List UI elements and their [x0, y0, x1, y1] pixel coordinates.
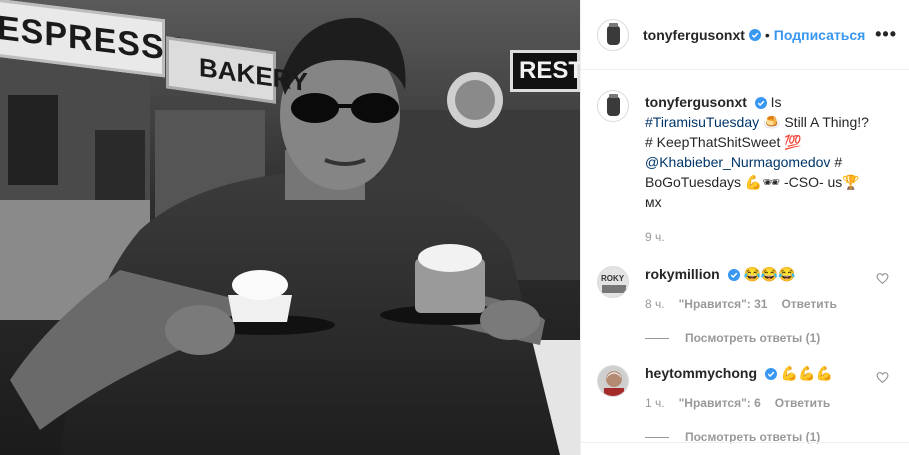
svg-text:ROKY: ROKY [601, 274, 625, 283]
mention-link[interactable]: @Khabieber_Nurmagomedov [645, 154, 830, 170]
comment-item: ROKY rokymillion 😂😂😂 8 ч. "Нравится": 31… [581, 266, 909, 345]
post-header: tonyfergusonxt • Подписаться ••• [581, 0, 909, 70]
caption-timestamp[interactable]: 9 ч. [645, 230, 893, 244]
reply-button[interactable]: Ответить [781, 297, 836, 311]
follow-button[interactable]: Подписаться [774, 27, 866, 43]
more-options-icon[interactable]: ••• [875, 24, 897, 45]
caption-avatar[interactable] [597, 90, 629, 122]
panel-divider [581, 442, 909, 443]
verified-badge-icon [748, 28, 761, 41]
author-username[interactable]: tonyfergusonxt [643, 27, 745, 43]
caption-username[interactable]: tonyfergusonxt [645, 94, 747, 110]
comment-timestamp[interactable]: 8 ч. [645, 297, 665, 311]
hashtag-link[interactable]: #TiramisuTuesday [645, 114, 759, 130]
post-side-panel: tonyfergusonxt • Подписаться ••• tonyfer… [580, 0, 909, 455]
caption-text: tonyfergusonxt Is #TiramisuTuesday 🍮 Sti… [645, 92, 875, 212]
comment-meta: 1 ч. "Нравится": 6 Ответить [645, 396, 869, 410]
commenter-avatar[interactable]: ROKY [597, 266, 629, 298]
commenter-username[interactable]: rokymillion [645, 266, 720, 282]
post-photo[interactable]: ESPRESSO BAKERY REST [0, 0, 580, 455]
commenter-avatar[interactable] [597, 365, 629, 397]
replies-line [645, 436, 669, 438]
verified-badge-icon [754, 97, 767, 110]
view-replies-button[interactable]: Посмотреть ответы (1) [645, 331, 869, 345]
like-heart-icon[interactable] [876, 371, 889, 384]
author-avatar[interactable] [597, 18, 629, 51]
view-replies-label: Посмотреть ответы (1) [685, 331, 821, 345]
commenter-username[interactable]: heytommychong [645, 365, 757, 381]
caption-part-1: Is [770, 94, 782, 110]
like-heart-icon[interactable] [876, 272, 889, 285]
reply-button[interactable]: Ответить [775, 396, 830, 410]
replies-line [645, 337, 669, 339]
comment-likes[interactable]: "Нравится": 31 [679, 297, 768, 311]
comment-likes[interactable]: "Нравится": 6 [679, 396, 761, 410]
separator-dot: • [764, 26, 770, 43]
resto-sign: REST [510, 50, 580, 92]
comment-text: 💪💪💪 [780, 365, 834, 381]
comment-timestamp[interactable]: 1 ч. [645, 396, 665, 410]
comment-text: 😂😂😂 [743, 266, 796, 282]
comment-meta: 8 ч. "Нравится": 31 Ответить [645, 297, 869, 311]
post-caption: tonyfergusonxt Is #TiramisuTuesday 🍮 Sti… [581, 70, 909, 244]
verified-badge-icon [727, 269, 740, 282]
comment-item: heytommychong 💪💪💪 1 ч. "Нравится": 6 Отв… [581, 365, 909, 444]
verified-badge-icon [764, 368, 777, 381]
